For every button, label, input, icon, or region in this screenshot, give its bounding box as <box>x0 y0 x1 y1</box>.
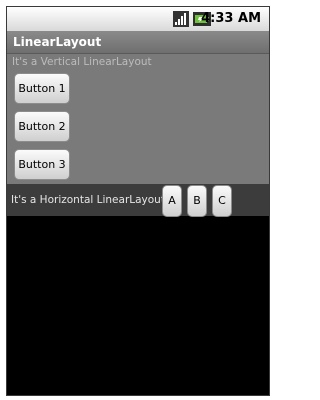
device-frame: 4:33 AM LinearLayout It's a Vertical Lin… <box>0 0 278 400</box>
vertical-linear-layout: It's a Vertical LinearLayout Button 1 Bu… <box>7 54 269 184</box>
screen: 4:33 AM LinearLayout It's a Vertical Lin… <box>6 6 270 396</box>
button-3[interactable]: Button 3 <box>14 149 70 180</box>
vertical-layout-label: It's a Vertical LinearLayout <box>12 56 152 68</box>
signal-icon <box>173 11 189 27</box>
button-b[interactable]: B <box>187 185 207 217</box>
button-2[interactable]: Button 2 <box>14 111 70 142</box>
status-clock: 4:33 AM <box>201 11 261 26</box>
status-bar: 4:33 AM <box>7 7 269 32</box>
button-a[interactable]: A <box>162 185 182 217</box>
button-1[interactable]: Button 1 <box>14 73 70 104</box>
title-bar: LinearLayout <box>7 31 269 54</box>
button-c[interactable]: C <box>212 185 232 217</box>
horizontal-linear-layout: It's a Horizontal LinearLayout A B C <box>7 184 269 217</box>
app-title: LinearLayout <box>13 35 102 49</box>
horizontal-layout-label: It's a Horizontal LinearLayout <box>11 194 165 206</box>
